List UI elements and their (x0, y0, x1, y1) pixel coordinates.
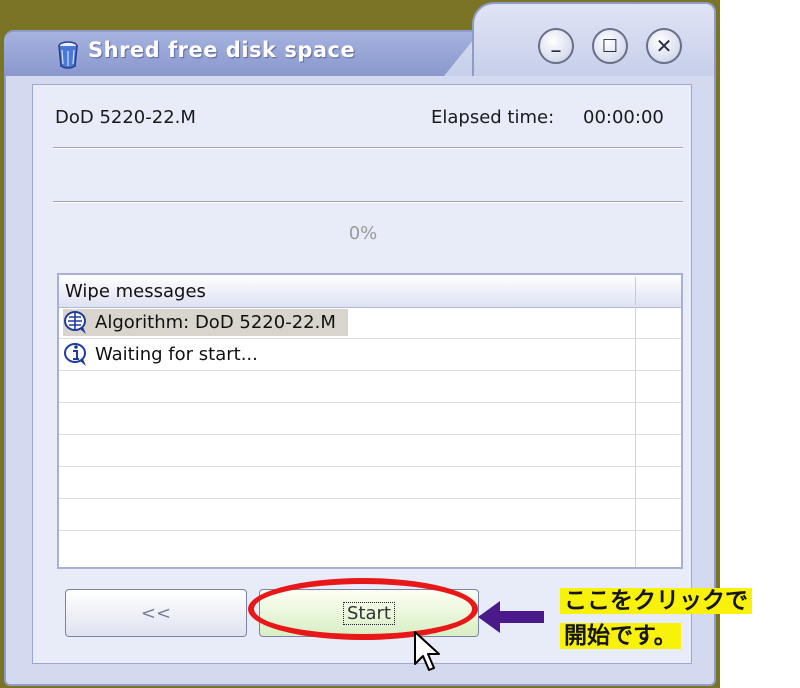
wipe-messages-list[interactable]: Wipe messages Algorithm: DoD 5220-22.M W… (57, 273, 683, 569)
list-header[interactable]: Wipe messages (59, 275, 681, 308)
arrow-left-icon (478, 601, 544, 633)
list-item-cell[interactable]: Waiting for start... (63, 341, 258, 368)
maximize-button[interactable]: ☐ (592, 28, 628, 64)
mouse-cursor-icon (414, 631, 440, 671)
empty-row (59, 435, 681, 467)
divider (53, 147, 683, 149)
list-rows: Algorithm: DoD 5220-22.M Waiting for sta… (59, 307, 681, 531)
back-button[interactable]: << (65, 589, 247, 637)
callout-line-2: 開始です。 (560, 623, 681, 649)
empty-row (59, 371, 681, 403)
algorithm-icon (64, 311, 86, 334)
empty-row (59, 467, 681, 499)
info-icon (64, 343, 86, 366)
elapsed-time-value: 00:00:00 (583, 107, 664, 128)
list-item[interactable]: Algorithm: DoD 5220-22.M (59, 307, 681, 339)
maximize-icon: ☐ (601, 35, 619, 57)
close-button[interactable]: ✕ (646, 28, 682, 64)
dialog-content: DoD 5220-22.M Elapsed time: 00:00:00 0% … (32, 84, 692, 664)
list-item-text: Waiting for start... (95, 344, 258, 365)
empty-row (59, 403, 681, 435)
algorithm-label: DoD 5220-22.M (55, 107, 196, 128)
empty-row (59, 499, 681, 531)
start-button-label: Start (343, 601, 395, 625)
progress-bar (53, 201, 683, 203)
shredder-app-icon (58, 41, 78, 69)
close-icon: ✕ (655, 34, 673, 58)
list-item-cell[interactable]: Algorithm: DoD 5220-22.M (63, 309, 348, 336)
minimize-icon: _ (551, 31, 561, 53)
column-separator[interactable] (635, 277, 636, 305)
column-header-wipe-messages[interactable]: Wipe messages (65, 281, 206, 302)
elapsed-time-label: Elapsed time: (431, 107, 555, 128)
list-item-text: Algorithm: DoD 5220-22.M (95, 312, 336, 333)
callout-line-1: ここをクリックで (560, 588, 752, 614)
window-title: Shred free disk space (88, 38, 356, 62)
instruction-callout: ここをクリックで 開始です。 (560, 584, 752, 654)
minimize-button[interactable]: _ (538, 28, 574, 64)
start-button[interactable]: Start (259, 589, 479, 637)
progress-percent: 0% (348, 223, 378, 244)
list-item[interactable]: Waiting for start... (59, 339, 681, 371)
